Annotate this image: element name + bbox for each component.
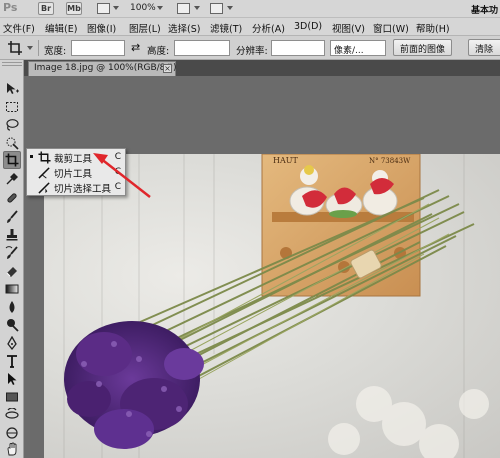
move-tool-icon[interactable]	[3, 80, 21, 98]
flyout-item-slice[interactable]: 切片工具 C	[27, 165, 125, 180]
plaque-text-right: N° 73843W	[369, 157, 411, 165]
menu-filter[interactable]: 滤镜(T)	[210, 21, 242, 35]
chevron-down-icon[interactable]	[113, 6, 119, 10]
view-extras-icon[interactable]	[97, 3, 110, 14]
menu-window[interactable]: 窗口(W)	[373, 21, 409, 35]
dodge-tool-icon[interactable]	[3, 316, 21, 334]
menu-file[interactable]: 文件(F)	[3, 21, 35, 35]
screen-mode-icon[interactable]	[210, 3, 223, 14]
blur-tool-icon[interactable]	[3, 298, 21, 316]
divider	[38, 40, 39, 56]
slice-select-tool-icon	[38, 182, 50, 194]
type-tool-icon[interactable]	[3, 352, 21, 370]
crop-tool-preset-icon[interactable]	[8, 41, 22, 55]
hand-tool-icon[interactable]	[3, 440, 21, 458]
quick-selection-tool-icon[interactable]	[3, 134, 21, 152]
menu-bar: 文件(F) 编辑(E) 图像(I) 图层(L) 选择(S) 滤镜(T) 分析(A…	[0, 18, 500, 36]
panel-grip[interactable]	[2, 62, 22, 66]
shortcut-key: C	[114, 182, 121, 192]
lasso-tool-icon[interactable]	[3, 116, 21, 134]
app-bar: Ps Br Mb 100% 基本功	[0, 0, 500, 18]
menu-edit[interactable]: 编辑(E)	[45, 21, 77, 35]
clear-button[interactable]: 清除	[468, 39, 500, 56]
rectangle-tool-icon[interactable]	[3, 388, 21, 406]
front-image-button[interactable]: 前面的图像	[393, 39, 453, 56]
photo-illustration: HAUT N° 73843W	[63, 154, 489, 458]
menu-layer[interactable]: 图层(L)	[129, 21, 161, 35]
flyout-item-slice-select[interactable]: 切片选择工具 C	[27, 180, 125, 195]
chevron-down-icon[interactable]	[227, 6, 233, 10]
flyout-item-label: 切片工具	[54, 169, 93, 180]
height-label: 高度:	[147, 46, 170, 57]
document-tab-title: Image 18.jpg @ 100%(RGB/8#)	[34, 63, 177, 73]
chevron-down-icon[interactable]	[157, 6, 163, 10]
chevron-down-icon[interactable]	[194, 6, 200, 10]
menu-view[interactable]: 视图(V)	[332, 21, 365, 35]
document-tab[interactable]: Image 18.jpg @ 100%(RGB/8#) ×	[28, 61, 176, 76]
menu-help[interactable]: 帮助(H)	[416, 21, 450, 35]
marquee-tool-icon[interactable]	[3, 98, 21, 116]
crop-tool-icon[interactable]	[3, 151, 21, 169]
swap-dimensions-icon[interactable]: ⇄	[131, 41, 140, 54]
resolution-unit-select[interactable]: 像素/...	[330, 40, 386, 56]
plaque-text-left: HAUT	[273, 156, 298, 165]
flyout-item-crop[interactable]: 裁剪工具 C	[27, 150, 125, 165]
flyout-item-label: 裁剪工具	[54, 154, 93, 165]
eraser-tool-icon[interactable]	[3, 262, 21, 280]
menu-image[interactable]: 图像(I)	[87, 21, 116, 35]
crop-tool-icon	[38, 151, 51, 164]
clone-stamp-tool-icon[interactable]	[3, 226, 21, 244]
document-image[interactable]: HAUT N° 73843W	[44, 154, 500, 458]
photoshop-logo: Ps	[3, 1, 18, 14]
slice-tool-icon	[38, 167, 50, 179]
close-icon[interactable]: ×	[163, 64, 172, 73]
tools-panel	[0, 60, 24, 458]
menu-3d[interactable]: 3D(D)	[294, 21, 322, 32]
width-field[interactable]	[71, 40, 125, 56]
brush-tool-icon[interactable]	[3, 208, 21, 226]
flyout-item-label: 切片选择工具	[54, 184, 112, 195]
options-bar: 宽度: ⇄ 高度: 分辨率: 像素/... 前面的图像 清除	[0, 36, 500, 60]
bridge-button[interactable]: Br	[38, 2, 54, 15]
width-label: 宽度:	[44, 46, 67, 57]
resolution-label: 分辨率:	[236, 46, 268, 57]
shortcut-key: C	[114, 167, 121, 177]
workspace-switcher[interactable]: 基本功	[471, 3, 498, 16]
gradient-tool-icon[interactable]	[3, 280, 21, 298]
shortcut-key: C	[114, 152, 121, 162]
chevron-down-icon[interactable]	[27, 46, 33, 50]
crop-tool-flyout: 裁剪工具 C 切片工具 C 切片选择工具 C	[26, 148, 126, 196]
height-field[interactable]	[174, 40, 230, 56]
path-selection-tool-icon[interactable]	[3, 370, 21, 388]
3d-rotate-tool-icon[interactable]	[3, 406, 21, 424]
resolution-field[interactable]	[271, 40, 325, 56]
arrange-documents-icon[interactable]	[177, 3, 190, 14]
history-brush-tool-icon[interactable]	[3, 244, 21, 262]
eyedropper-tool-icon[interactable]	[3, 170, 21, 188]
menu-analysis[interactable]: 分析(A)	[252, 21, 285, 35]
resolution-unit-value: 像素/...	[334, 46, 364, 56]
active-bullet	[30, 155, 33, 158]
pen-tool-icon[interactable]	[3, 334, 21, 352]
mini-bridge-button[interactable]: Mb	[66, 2, 82, 15]
healing-brush-tool-icon[interactable]	[3, 189, 21, 207]
zoom-level[interactable]: 100%	[130, 3, 156, 13]
menu-select[interactable]: 选择(S)	[168, 21, 200, 35]
